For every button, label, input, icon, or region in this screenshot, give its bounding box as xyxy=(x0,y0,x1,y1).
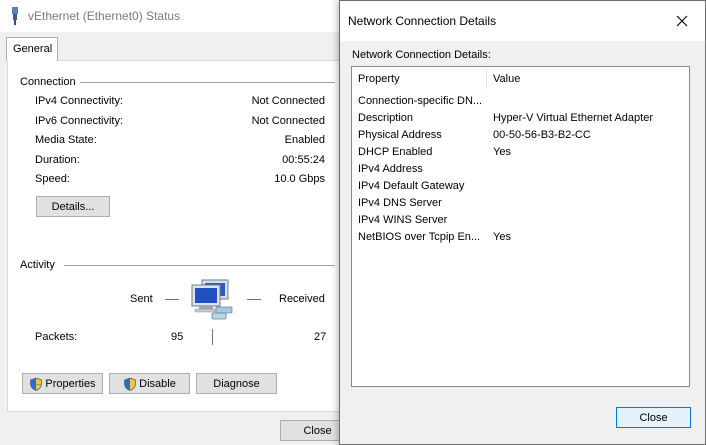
details-titlebar[interactable]: Network Connection Details xyxy=(340,1,705,41)
packets-sent-value: 95 xyxy=(171,331,184,343)
status-titlebar[interactable]: vEthernet (Ethernet0) Status xyxy=(0,0,346,32)
details-button[interactable]: Details... xyxy=(36,196,110,217)
list-item[interactable]: NetBIOS over Tcpip En... Yes xyxy=(352,229,689,246)
activity-group-label: Activity xyxy=(20,259,59,271)
list-item[interactable]: Physical Address 00-50-56-B3-B2-CC xyxy=(352,127,689,144)
shield-icon xyxy=(124,377,137,391)
properties-button[interactable]: Properties xyxy=(22,373,103,394)
value-cell: Yes xyxy=(493,231,511,243)
diagnose-button[interactable]: Diagnose xyxy=(196,373,277,394)
duration-label: Duration: xyxy=(35,154,80,166)
value-cell: Yes xyxy=(493,146,511,158)
ipv4-connectivity-value: Not Connected xyxy=(251,95,325,107)
property-cell: NetBIOS over Tcpip En... xyxy=(358,231,481,243)
value-cell: 00-50-56-B3-B2-CC xyxy=(493,129,591,141)
property-cell: IPv4 Address xyxy=(358,163,423,175)
packets-received-value: 27 xyxy=(314,331,327,343)
list-item[interactable]: IPv4 WINS Server xyxy=(352,212,689,229)
received-label: Received xyxy=(279,293,325,305)
duration-value: 00:55:24 xyxy=(282,154,325,166)
ipv6-connectivity-label: IPv6 Connectivity: xyxy=(35,115,124,127)
column-header-property[interactable]: Property xyxy=(358,73,400,85)
ipv4-connectivity-label: IPv4 Connectivity: xyxy=(35,95,124,107)
list-item[interactable]: Description Hyper-V Virtual Ethernet Ada… xyxy=(352,110,689,127)
sent-label: Sent xyxy=(130,293,153,305)
general-tab-panel xyxy=(7,60,357,412)
status-window-title: vEthernet (Ethernet0) Status xyxy=(28,9,181,23)
disable-button[interactable]: Disable xyxy=(109,373,190,394)
activity-group-line xyxy=(64,265,335,266)
details-window-title: Network Connection Details xyxy=(348,14,497,28)
list-item[interactable]: IPv4 DNS Server xyxy=(352,195,689,212)
property-cell: IPv4 DNS Server xyxy=(358,197,442,209)
packets-label: Packets: xyxy=(35,331,78,343)
list-item[interactable]: IPv4 Default Gateway xyxy=(352,178,689,195)
close-icon[interactable] xyxy=(659,1,705,41)
disable-button-label: Disable xyxy=(139,377,176,390)
column-separator[interactable] xyxy=(486,69,487,89)
network-connection-details-window: Network Connection Details Network Conne… xyxy=(339,0,706,445)
shield-icon xyxy=(30,377,43,391)
media-state-value: Enabled xyxy=(284,134,325,146)
value-cell: Hyper-V Virtual Ethernet Adapter xyxy=(493,112,653,124)
tab-general[interactable]: General xyxy=(6,37,58,61)
connection-group-line xyxy=(80,82,335,83)
details-close-button[interactable]: Close xyxy=(616,407,691,428)
property-cell: IPv4 WINS Server xyxy=(358,214,448,226)
received-dash xyxy=(247,299,261,300)
network-computers-icon xyxy=(191,279,233,320)
property-cell: Connection-specific DN... xyxy=(358,95,483,107)
details-list[interactable]: Property Value Connection-specific DN...… xyxy=(351,66,690,387)
packets-divider xyxy=(212,329,213,345)
list-item[interactable]: IPv4 Address xyxy=(352,161,689,178)
network-adapter-icon xyxy=(12,7,18,25)
sent-dash xyxy=(165,299,179,300)
media-state-label: Media State: xyxy=(35,134,97,146)
ipv6-connectivity-value: Not Connected xyxy=(251,115,325,127)
properties-button-label: Properties xyxy=(45,377,96,390)
details-caption: Network Connection Details: xyxy=(352,49,491,61)
details-list-header: Property Value xyxy=(352,67,689,91)
property-cell: Description xyxy=(358,112,414,124)
speed-value: 10.0 Gbps xyxy=(274,173,325,185)
column-header-value[interactable]: Value xyxy=(493,73,520,85)
property-cell: IPv4 Default Gateway xyxy=(358,180,465,192)
status-window: vEthernet (Ethernet0) Status General Con… xyxy=(0,0,357,445)
property-cell: DHCP Enabled xyxy=(358,146,433,158)
connection-group-label: Connection xyxy=(20,76,80,88)
speed-label: Speed: xyxy=(35,173,70,185)
property-cell: Physical Address xyxy=(358,129,442,141)
list-item[interactable]: Connection-specific DN... xyxy=(352,93,689,110)
list-item[interactable]: DHCP Enabled Yes xyxy=(352,144,689,161)
